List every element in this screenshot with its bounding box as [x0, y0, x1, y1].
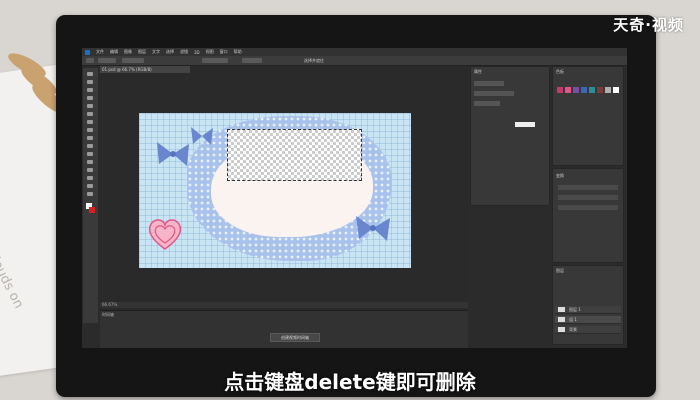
photoshop-window: 文件 编辑 图像 图层 文字 选择 滤镜 3D 视图 窗口 帮助 选择并遮住 0…: [82, 48, 627, 348]
healing-tool-icon[interactable]: [87, 120, 93, 124]
menu-item[interactable]: 3D: [194, 50, 200, 55]
gradient-tool-icon[interactable]: [87, 160, 93, 164]
brush-tool-icon[interactable]: [87, 128, 93, 132]
stamp-tool-icon[interactable]: [87, 136, 93, 140]
color-swatch[interactable]: [581, 87, 587, 93]
panel-header: 属性: [474, 69, 482, 74]
zoom-tool-icon[interactable]: [87, 192, 93, 196]
menu-item[interactable]: 文件: [96, 49, 104, 55]
transform-field[interactable]: [558, 185, 618, 190]
menu-item[interactable]: 图层: [138, 49, 146, 55]
swatches-panel: 色板: [552, 66, 624, 166]
menu-item[interactable]: 视图: [206, 49, 214, 55]
panel-field[interactable]: [474, 101, 500, 106]
marquee-tool-icon[interactable]: [86, 58, 94, 63]
watermark: 天奇·视频: [613, 16, 684, 34]
panel-swatch[interactable]: [515, 122, 535, 127]
color-swatch[interactable]: [605, 87, 611, 93]
eyedropper-tool-icon[interactable]: [87, 112, 93, 116]
select-and-mask-button[interactable]: 选择并遮住: [304, 58, 324, 64]
layer-name: 图层 1: [569, 307, 581, 312]
transform-panel: 变换: [552, 168, 624, 263]
color-swatch[interactable]: [565, 87, 571, 93]
color-swatch[interactable]: [557, 87, 563, 93]
bow-decoration: [191, 127, 213, 145]
selection-mode-icon[interactable]: [98, 58, 116, 63]
layer-name: 组 1: [569, 317, 577, 322]
layer-row[interactable]: 背景: [555, 326, 621, 334]
panel-field[interactable]: [474, 91, 514, 96]
panel-field[interactable]: [474, 81, 504, 86]
layer-thumbnail: [558, 317, 565, 322]
layers-panel: 图层 图层 1 组 1 背景: [552, 265, 624, 345]
menu-item[interactable]: 编辑: [110, 49, 118, 55]
color-swatch[interactable]: [589, 87, 595, 93]
video-subtitle: 点击键盘delete键即可删除: [224, 370, 476, 394]
paper-handwriting: dream clouds onthe horizon: [0, 208, 27, 311]
text-tool-icon[interactable]: [87, 176, 93, 180]
style-select[interactable]: [202, 58, 228, 63]
pen-tool-icon[interactable]: [87, 168, 93, 172]
layer-thumbnail: [558, 307, 565, 312]
menu-item[interactable]: 窗口: [220, 49, 228, 55]
panel-header: 色板: [556, 69, 564, 74]
color-swatch[interactable]: [597, 87, 603, 93]
bow-decoration: [157, 142, 189, 166]
layer-row[interactable]: 组 1: [555, 316, 621, 324]
width-field[interactable]: [242, 58, 262, 63]
menu-item[interactable]: 图像: [124, 49, 132, 55]
image-canvas[interactable]: [139, 113, 411, 268]
menu-item[interactable]: 选择: [166, 49, 174, 55]
photo-scene: dream clouds onthe horizon 文件 编辑 图像 图层 文…: [0, 0, 700, 400]
move-tool-icon[interactable]: [87, 72, 93, 76]
transform-field[interactable]: [558, 195, 618, 200]
menu-bar: 文件 编辑 图像 图层 文字 选择 滤镜 3D 视图 窗口 帮助: [82, 48, 627, 56]
menu-item[interactable]: 滤镜: [180, 49, 188, 55]
transform-field[interactable]: [558, 205, 618, 210]
layer-row[interactable]: 图层 1: [555, 306, 621, 314]
feather-field[interactable]: [122, 58, 144, 63]
document-tab[interactable]: 01.psd @ 66.7% (RGB/8): [100, 66, 190, 73]
menu-item[interactable]: 文字: [152, 49, 160, 55]
marquee-tool-icon[interactable]: [87, 80, 93, 84]
color-swatch[interactable]: [613, 87, 619, 93]
bow-decoration: [356, 216, 390, 241]
eraser-tool-icon[interactable]: [87, 152, 93, 156]
quick-select-tool-icon[interactable]: [87, 96, 93, 100]
layers-tab[interactable]: 图层: [556, 268, 564, 274]
timeline-panel: 时间轴 创建视频时间轴: [100, 310, 468, 348]
heart-decoration: [148, 219, 182, 250]
lasso-tool-icon[interactable]: [87, 88, 93, 92]
options-bar: 选择并遮住: [82, 56, 627, 66]
properties-panel: 属性: [470, 66, 550, 206]
marquee-selection[interactable]: [227, 129, 362, 181]
section-header: 变换: [556, 173, 564, 178]
crop-tool-icon[interactable]: [87, 104, 93, 108]
timeline-tab[interactable]: 时间轴: [102, 312, 114, 318]
color-swatch[interactable]: [573, 87, 579, 93]
layer-name: 背景: [569, 327, 577, 332]
history-brush-icon[interactable]: [87, 144, 93, 148]
background-color-swatch[interactable]: [89, 207, 95, 213]
status-bar: 66.67%: [100, 302, 468, 308]
tools-panel: [83, 68, 98, 323]
layer-thumbnail: [558, 327, 565, 332]
create-video-timeline-button[interactable]: 创建视频时间轴: [270, 333, 320, 342]
menu-item[interactable]: 帮助: [234, 49, 242, 55]
photoshop-logo-icon: [85, 49, 90, 55]
hand-tool-icon[interactable]: [87, 184, 93, 188]
